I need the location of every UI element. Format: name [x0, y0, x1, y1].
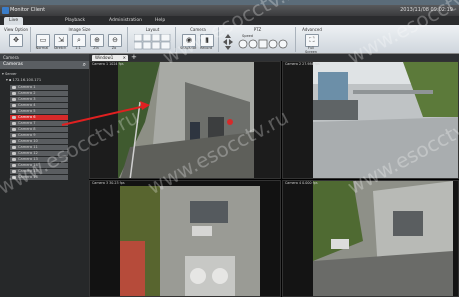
camera-icon: [12, 152, 16, 155]
camera-icon: [12, 146, 16, 149]
tab-live[interactable]: Live: [4, 17, 24, 25]
camera-list-item[interactable]: Camera 1: [10, 85, 68, 90]
camera-icon: [12, 170, 16, 173]
ribbon: View Option ✥ Image Size ▭ Normal ⇲ Stre…: [0, 25, 459, 54]
ptz-speed-label: Speed: [242, 34, 253, 38]
camera-list-item[interactable]: Camera 9: [10, 133, 68, 138]
camera-list-item[interactable]: Camera 8: [10, 127, 68, 132]
camera-icon: [12, 104, 16, 107]
tab-playback[interactable]: Playback: [60, 17, 90, 25]
cameras-panel-title: Cameras ⌕: [0, 61, 89, 69]
camera-tree: ▾ Server ▾ ▪ 172.16.100.171 Camera 1 Came…: [0, 69, 89, 297]
camera-list-item[interactable]: Camera 16: [10, 175, 68, 180]
camera-icon: [12, 98, 16, 101]
add-view-button[interactable]: +: [131, 54, 137, 61]
camera-icon: [12, 110, 16, 113]
camera-1-feed: [90, 62, 280, 178]
video-pane-3[interactable]: Camera 3 30.23 fps: [89, 180, 281, 297]
camera-icon: [12, 176, 16, 179]
camera-list-item[interactable]: Camera 4: [10, 103, 68, 108]
video-pane-1[interactable]: Camera 1 1024 fps: [89, 61, 281, 179]
camera-4-feed: [283, 181, 458, 296]
camera-list-item[interactable]: Camera 6: [10, 115, 68, 120]
camera-icon: [12, 116, 16, 119]
camera-3-feed: [90, 181, 280, 296]
camera-icon: [12, 92, 16, 95]
app-logo-icon: [2, 7, 9, 14]
tab-administration[interactable]: Administration: [104, 17, 147, 25]
layout-grid-icon[interactable]: [134, 34, 171, 50]
group-camera: Camera ◉ Snapshot ▮ Record: [178, 27, 219, 52]
ptz-controls[interactable]: Speed: [222, 33, 292, 51]
camera-list-item[interactable]: Camera 5: [10, 109, 68, 114]
video-grid: Camera 1 1024 fps Camera 2 27.986 fps Ca…: [89, 61, 459, 297]
pane-3-label: Camera 3 30.23 fps: [92, 181, 125, 185]
fullscreen-button[interactable]: ✥: [9, 34, 23, 47]
camera-icon: [12, 122, 16, 125]
camera-list-item[interactable]: Camera 2: [10, 91, 68, 96]
group-ptz: PTZ Speed: [220, 27, 296, 52]
camera-list-item[interactable]: Camera 14: [10, 163, 68, 168]
camera-icon: [12, 86, 16, 89]
camera-list-item[interactable]: Camera 10: [10, 139, 68, 144]
camera-icon: [12, 140, 16, 143]
camera-icon: [12, 134, 16, 137]
camera-list-item[interactable]: Camera 7: [10, 121, 68, 126]
camera-icon: [12, 158, 16, 161]
view-tabs: Window1 ✕ +: [89, 54, 459, 61]
video-pane-2[interactable]: Camera 2 27.986 fps: [282, 61, 459, 179]
camera-list-item[interactable]: Camera 12: [10, 151, 68, 156]
group-layout: Layout: [130, 27, 176, 52]
clock: 2013/11/08 09:02:19: [400, 7, 453, 13]
video-pane-4[interactable]: Camera 4 0.000 fps: [282, 180, 459, 297]
group-view-option: View Option ✥: [2, 27, 31, 52]
camera-list-item[interactable]: Camera 3: [10, 97, 68, 102]
search-icon[interactable]: ⌕: [83, 62, 86, 68]
pane-2-label: Camera 2 27.986 fps: [285, 62, 320, 66]
camera-list-item[interactable]: Camera 15: [10, 169, 68, 174]
camera-2-feed: [283, 62, 458, 178]
tree-server[interactable]: ▾ Server: [2, 72, 17, 77]
tab-help[interactable]: Help: [150, 17, 170, 25]
group-image-size: Image Size ▭ Normal ⇲ Stretch ⌕ 1:1 ⊕ Zi…: [32, 27, 128, 52]
camera-icon: [12, 128, 16, 131]
pane-1-label: Camera 1 1024 fps: [92, 62, 124, 66]
app-title: Monitor Client: [10, 7, 46, 13]
camera-list-item[interactable]: Camera 13: [10, 157, 68, 162]
title-bar: Monitor Client 2013/11/08 09:02:19: [0, 5, 459, 16]
tree-device[interactable]: ▾ ▪ 172.16.100.171: [6, 78, 41, 83]
sidebar-header: Camera: [0, 54, 89, 61]
group-advanced: Advanced ⛶ Full Screen: [302, 27, 322, 54]
camera-icon: [12, 164, 16, 167]
pane-4-label: Camera 4 0.000 fps: [285, 181, 318, 185]
camera-list-item[interactable]: Camera 11: [10, 145, 68, 150]
main-tabs: Live Playback Administration Help: [0, 16, 459, 25]
